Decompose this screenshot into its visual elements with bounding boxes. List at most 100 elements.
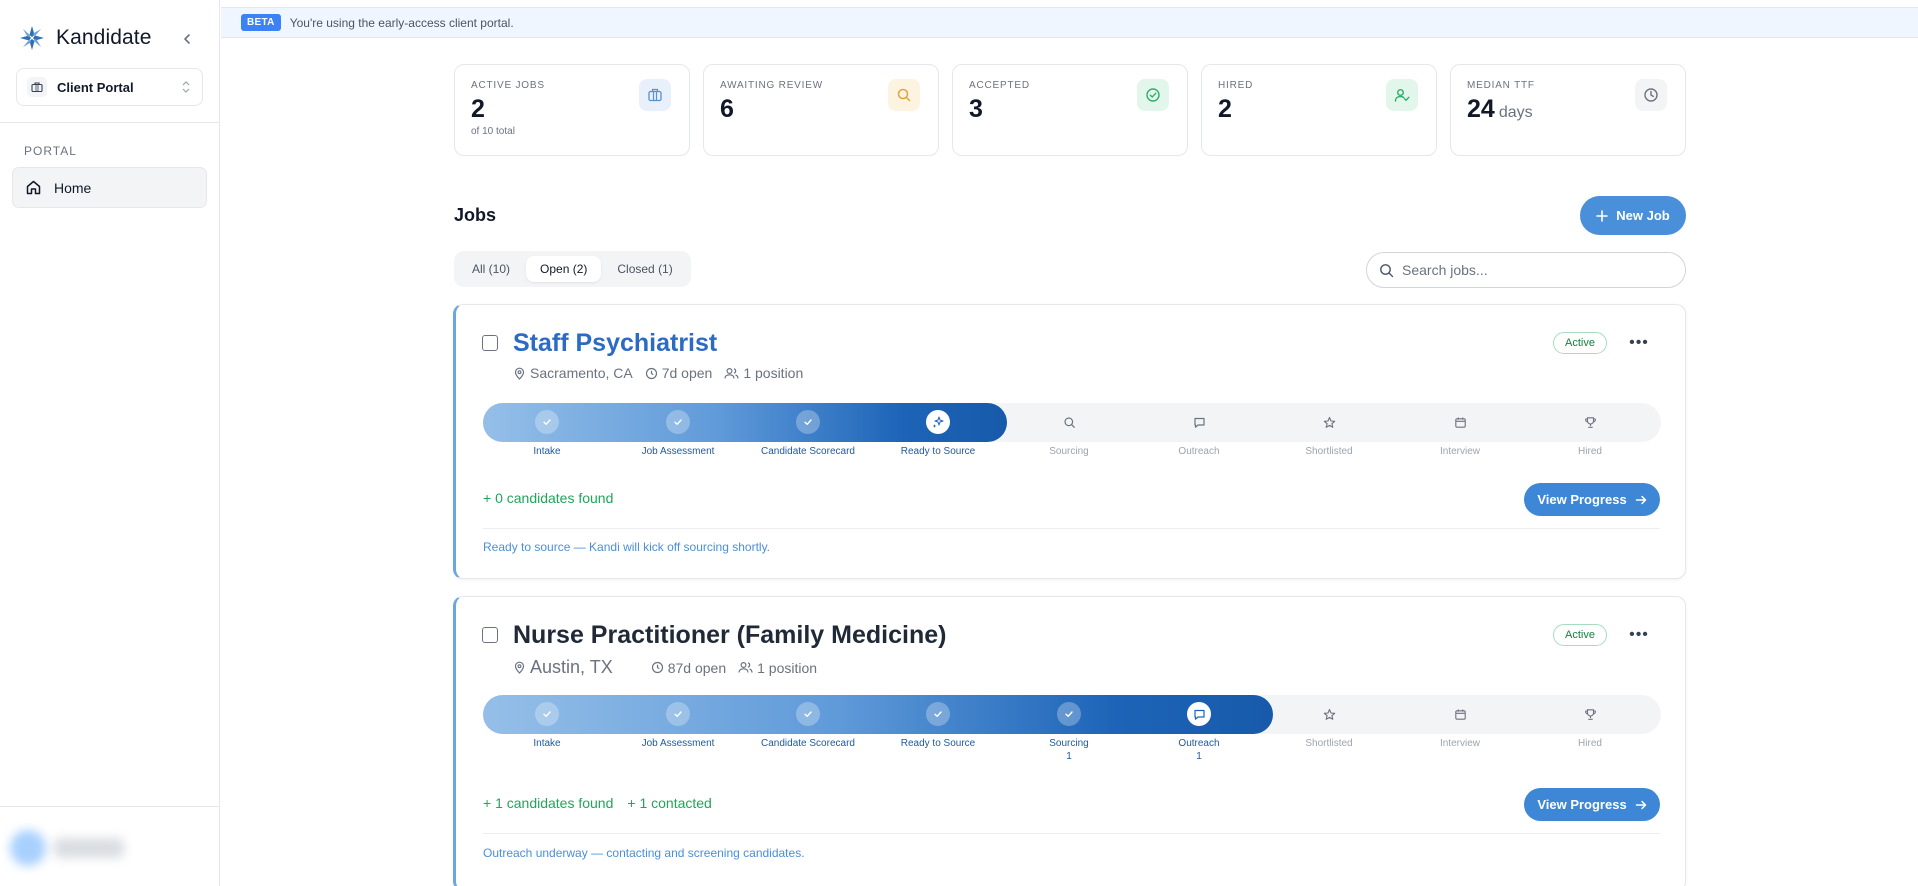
- stage-intake[interactable]: Intake: [482, 410, 612, 457]
- status-badge: Active: [1553, 332, 1607, 354]
- job-title[interactable]: Nurse Practitioner (Family Medicine): [513, 621, 946, 650]
- stat-card-median-ttf: MEDIAN TTF 24 days: [1450, 64, 1686, 156]
- stat-unit: days: [1498, 104, 1533, 121]
- stage-candidate-scorecard[interactable]: Candidate Scorecard: [743, 410, 873, 457]
- job-location: Austin, TX: [513, 657, 639, 678]
- sidebar-item-label: Home: [54, 179, 92, 196]
- view-progress-label: View Progress: [1537, 797, 1627, 812]
- stage-label: Ready to Source: [900, 738, 976, 749]
- new-job-button[interactable]: New Job: [1580, 196, 1686, 235]
- clock-icon: [645, 367, 657, 379]
- job-positions-text: 1 position: [743, 365, 804, 381]
- more-horizontal-icon: •••: [1629, 626, 1649, 643]
- portal-select[interactable]: Client Portal: [16, 68, 203, 106]
- more-horizontal-icon: •••: [1629, 334, 1649, 351]
- stage-label: Intake: [533, 446, 561, 457]
- job-select-checkbox[interactable]: [482, 335, 498, 351]
- stage-ready-to-source[interactable]: Ready to Source: [873, 702, 1003, 749]
- map-pin-icon: [514, 367, 525, 380]
- candidates-found: + 0 candidates found: [483, 490, 613, 506]
- stage-label: Shortlisted: [1305, 446, 1353, 457]
- more-options-button[interactable]: •••: [1627, 331, 1651, 355]
- chevron-left-icon: [184, 34, 190, 44]
- job-positions-text: 1 position: [757, 659, 818, 676]
- brand-name: Kandidate: [56, 26, 152, 49]
- view-progress-button[interactable]: View Progress: [1524, 483, 1660, 516]
- stage-intake[interactable]: Intake: [482, 702, 612, 749]
- stage-ready-to-source[interactable]: Ready to Source: [873, 410, 1003, 457]
- stage-label: Job Assessment: [641, 446, 715, 457]
- stage-outreach[interactable]: Outreach 1: [1134, 702, 1264, 762]
- stage-label: Hired: [1578, 446, 1602, 457]
- stage-shortlisted[interactable]: Shortlisted: [1264, 702, 1394, 749]
- search-icon: [888, 79, 920, 111]
- sidebar-item-home[interactable]: Home: [12, 167, 207, 208]
- kandidate-logo-icon: [20, 26, 44, 50]
- stage-label: Candidate Scorecard: [761, 446, 855, 457]
- stage-interview[interactable]: Interview: [1395, 702, 1525, 749]
- star-icon: [1317, 702, 1341, 726]
- job-location-text: Austin, TX: [530, 657, 613, 677]
- new-job-label: New Job: [1616, 208, 1670, 223]
- stage-hired[interactable]: Hired: [1525, 410, 1655, 457]
- tab-closed[interactable]: Closed (1): [603, 256, 686, 282]
- check-icon: [535, 410, 559, 434]
- stage-hired[interactable]: Hired: [1525, 702, 1655, 749]
- sparkles-icon: [926, 410, 950, 434]
- check-icon: [666, 702, 690, 726]
- stage-interview[interactable]: Interview: [1395, 410, 1525, 457]
- candidates-found-text: + 1 candidates found: [483, 795, 614, 811]
- user-profile[interactable]: [10, 826, 210, 870]
- briefcase-icon: [27, 77, 47, 97]
- stage-label: Outreach: [1178, 738, 1220, 749]
- brand[interactable]: Kandidate: [18, 24, 151, 52]
- user-name-redacted: [54, 838, 124, 858]
- stage-outreach[interactable]: Outreach: [1134, 410, 1264, 457]
- view-progress-label: View Progress: [1537, 492, 1627, 507]
- stat-card-active-jobs: ACTIVE JOBS 2 of 10 total: [454, 64, 690, 156]
- stage-count: 1: [1196, 751, 1202, 762]
- stage-label: Job Assessment: [641, 738, 715, 749]
- check-icon: [666, 410, 690, 434]
- beta-banner-text: You're using the early-access client por…: [289, 15, 514, 30]
- stage-label: Candidate Scorecard: [761, 738, 855, 749]
- check-icon: [1057, 702, 1081, 726]
- trophy-icon: [1578, 702, 1602, 726]
- stage-sourcing[interactable]: Sourcing: [1004, 410, 1134, 457]
- search-input[interactable]: [1402, 262, 1662, 278]
- stage-label: Sourcing: [1049, 738, 1089, 749]
- star-icon: [1317, 410, 1341, 434]
- stage-label: Ready to Source: [900, 446, 976, 457]
- stage-label: Sourcing: [1049, 446, 1089, 457]
- beta-badge: BETA: [241, 14, 281, 31]
- stage-job-assessment[interactable]: Job Assessment: [613, 410, 743, 457]
- view-progress-button[interactable]: View Progress: [1524, 788, 1660, 821]
- stage-shortlisted[interactable]: Shortlisted: [1264, 410, 1394, 457]
- sidebar-divider: [0, 122, 219, 123]
- check-icon: [926, 702, 950, 726]
- job-open-duration: 87d open: [651, 660, 726, 676]
- stage-label: Intake: [533, 738, 561, 749]
- clock-icon: [1635, 79, 1667, 111]
- sidebar-divider: [0, 806, 219, 807]
- check-icon: [535, 702, 559, 726]
- calendar-icon: [1448, 410, 1472, 434]
- tab-open[interactable]: Open (2): [526, 256, 602, 282]
- trophy-icon: [1578, 410, 1602, 434]
- stage-label: Interview: [1439, 446, 1480, 457]
- check-icon: [796, 702, 820, 726]
- job-title[interactable]: Staff Psychiatrist: [513, 329, 717, 358]
- stage-label: Interview: [1439, 738, 1480, 749]
- tab-all[interactable]: All (10): [458, 256, 524, 282]
- stage-sourcing[interactable]: Sourcing 1: [1004, 702, 1134, 762]
- job-search: [1366, 252, 1686, 288]
- check-circle-icon: [1137, 79, 1169, 111]
- collapse-sidebar-button[interactable]: [178, 30, 196, 48]
- job-location: Sacramento, CA: [513, 365, 633, 381]
- more-options-button[interactable]: •••: [1627, 623, 1651, 647]
- job-select-checkbox[interactable]: [482, 627, 498, 643]
- job-open-text: 7d open: [661, 365, 713, 381]
- job-meta: Sacramento, CA 7d open 1 position: [513, 365, 803, 381]
- stage-candidate-scorecard[interactable]: Candidate Scorecard: [743, 702, 873, 749]
- stage-job-assessment[interactable]: Job Assessment: [613, 702, 743, 749]
